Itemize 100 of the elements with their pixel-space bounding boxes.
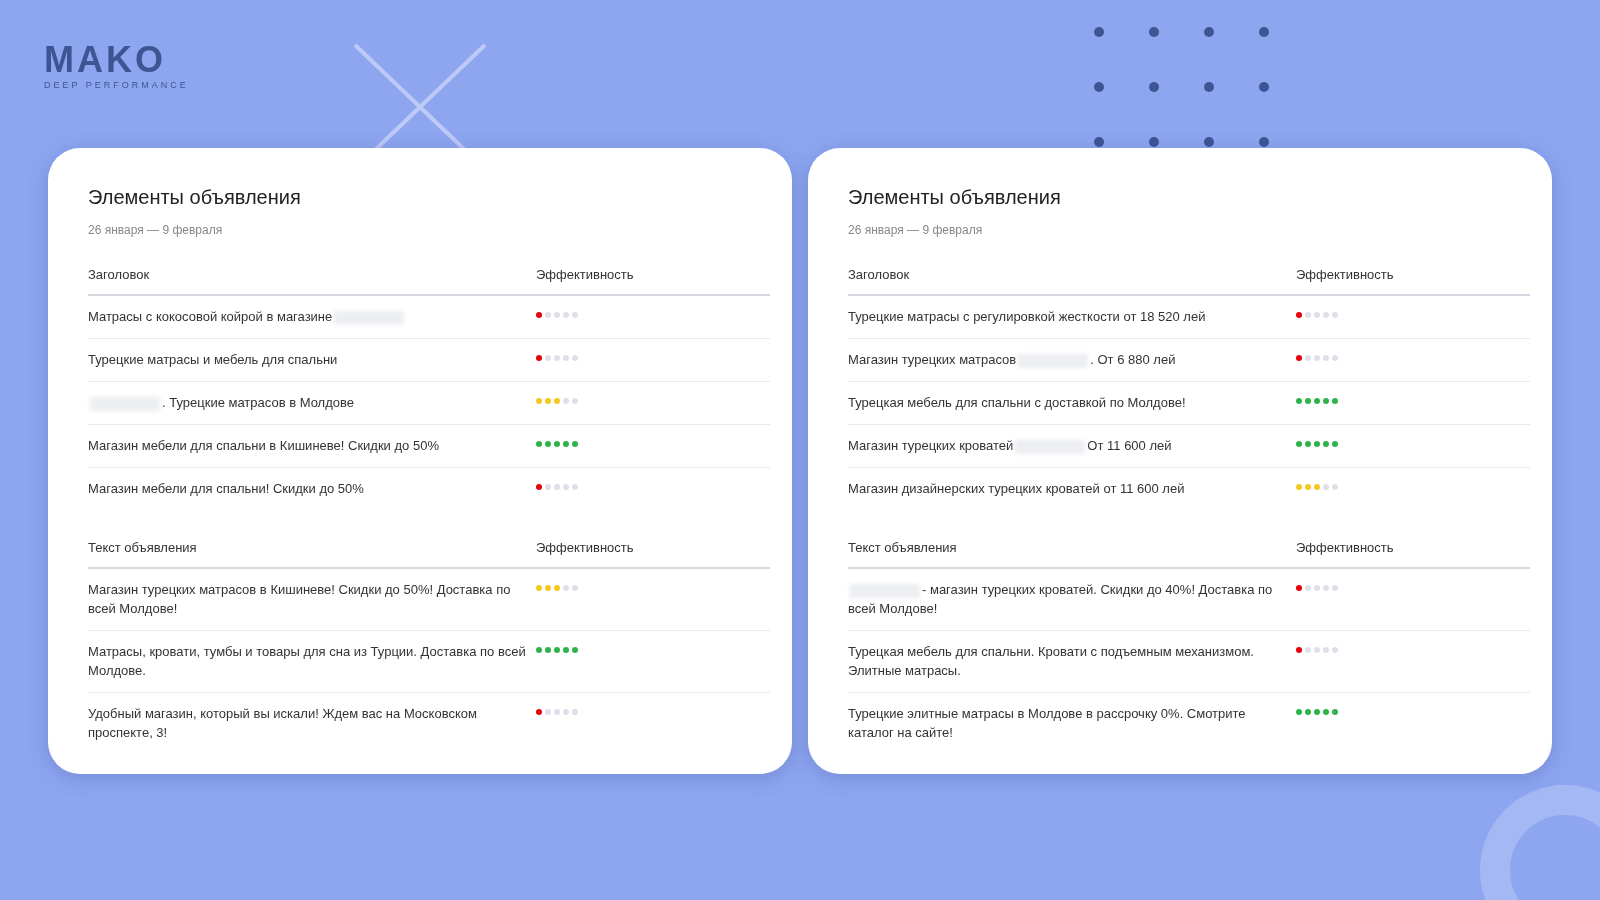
rating-dot <box>563 441 569 447</box>
column-header: Эффективность <box>1296 540 1395 555</box>
rating-dot <box>1314 355 1320 361</box>
rating-dot <box>1296 355 1302 361</box>
rating-dot <box>572 484 578 490</box>
rating-dot <box>1332 312 1338 318</box>
rating-dot <box>545 484 551 490</box>
rating-dot <box>1296 312 1302 318</box>
rating-dot <box>1296 398 1302 404</box>
rating-dot <box>1314 647 1320 653</box>
ad-text: Магазин турецких матрасов в Кишиневе! Скидки до 50%! Доставка по всей Молдове! <box>88 582 511 616</box>
rating-dot <box>554 647 560 653</box>
rating-dot <box>572 355 578 361</box>
column-header: Заголовок <box>88 267 151 282</box>
rating-dot <box>572 647 578 653</box>
rating-dot <box>545 709 551 715</box>
card-title: Элементы объявления <box>88 186 302 209</box>
rating-dot <box>545 585 551 591</box>
column-header: Эффективность <box>536 540 635 555</box>
ad-text: . Турецкие матрасов в Молдове <box>162 395 354 410</box>
rating-dot <box>1305 398 1311 404</box>
rating-dot <box>1332 441 1338 447</box>
rating-dot <box>572 585 578 591</box>
rating-dot <box>1305 441 1311 447</box>
rating-dot <box>554 398 560 404</box>
rating-dot <box>1332 709 1338 715</box>
rating-dot <box>536 585 542 591</box>
date-range: 26 января — 9 февраля <box>88 223 224 237</box>
rating-dot <box>545 398 551 404</box>
rating-dot <box>536 484 542 490</box>
column-header: Текст объявления <box>88 540 198 555</box>
rating-dot <box>572 312 578 318</box>
rating-dot <box>1323 312 1329 318</box>
rating-dot <box>1332 484 1338 490</box>
rating-dot <box>1296 484 1302 490</box>
ad-text: Турецкие элитные матрасы в Молдове в рассрочку 0%. Смотрите каталог на сайте! <box>848 706 1246 740</box>
rating-dot <box>1323 355 1329 361</box>
rating-dot <box>1323 585 1329 591</box>
rating-dot <box>1323 484 1329 490</box>
rating-dot <box>563 709 569 715</box>
ad-text: . От 6 880 лей <box>1090 352 1176 367</box>
logo-tagline: DEEP PERFORMANCE <box>44 80 189 90</box>
rating-dot <box>554 484 560 490</box>
rating-dot <box>1314 441 1320 447</box>
rating-dot <box>545 312 551 318</box>
ad-text: Матрасы с кокосовой койрой в магазине <box>88 309 333 324</box>
rating-dot <box>536 355 542 361</box>
rating-dot <box>563 398 569 404</box>
rating-dot <box>1305 484 1311 490</box>
date-range: 26 января — 9 февраля <box>848 223 984 237</box>
rating-dot <box>536 441 542 447</box>
rating-dot <box>554 312 560 318</box>
column-header: Заголовок <box>848 267 911 282</box>
rating-dot <box>1314 709 1320 715</box>
rating-dot <box>563 647 569 653</box>
rating-dot <box>1314 484 1320 490</box>
rating-dot <box>1305 312 1311 318</box>
rating-dot <box>572 398 578 404</box>
ad-text: Магазин дизайнерских турецких кроватей от 11 600 лей <box>848 481 1185 496</box>
rating-dot <box>545 441 551 447</box>
ad-text: Турецкая мебель для спальни. Кровати с подъемным механизмом. Элитные матрасы. <box>848 644 1254 678</box>
rating-dot <box>1314 585 1320 591</box>
rating-dot <box>563 585 569 591</box>
rating-dot <box>572 441 578 447</box>
rating-dot <box>545 647 551 653</box>
column-header: Эффективность <box>1296 267 1395 282</box>
rating-dot <box>554 585 560 591</box>
rating-dot <box>1296 441 1302 447</box>
rating-dot <box>572 709 578 715</box>
rating-dot <box>554 355 560 361</box>
rating-dot <box>1296 585 1302 591</box>
rating-dot <box>536 647 542 653</box>
rating-dot <box>545 355 551 361</box>
rating-dot <box>536 709 542 715</box>
rating-dot <box>1305 585 1311 591</box>
ad-text: Турецкая мебель для спальни с доставкой по Молдове! <box>848 395 1186 410</box>
logo-wordmark: MAKO <box>44 42 167 78</box>
rating-dot <box>1323 709 1329 715</box>
rating-dot <box>1305 709 1311 715</box>
rating-dot <box>1296 647 1302 653</box>
rating-dot <box>1332 398 1338 404</box>
card-title: Элементы объявления <box>848 186 1062 209</box>
column-header: Эффективность <box>536 267 635 282</box>
rating-dot <box>1314 398 1320 404</box>
ad-text: Матрасы, кровати, тумбы и товары для сна из Турции. Доставка по всей Молдове. <box>88 644 526 678</box>
ad-text: От 11 600 лей <box>1087 438 1172 453</box>
column-header: Текст объявления <box>848 540 958 555</box>
rating-dot <box>1305 355 1311 361</box>
ad-text: - магазин турецких кроватей. Скидки до 40%! Доставка по <box>922 582 1273 597</box>
ad-text: всей Молдове! <box>848 600 938 618</box>
rating-dot <box>1332 647 1338 653</box>
rating-dot <box>563 484 569 490</box>
ad-text: Турецкие матрасы с регулировкой жесткости от 18 520 лей <box>848 309 1206 324</box>
rating-dot <box>1323 398 1329 404</box>
ad-text: Магазин турецких матрасов <box>848 352 1017 367</box>
rating-dot <box>563 355 569 361</box>
rating-dot <box>1323 647 1329 653</box>
rating-dot <box>1332 585 1338 591</box>
rating-dot <box>1305 647 1311 653</box>
ad-text: Магазин мебели для спальни! Скидки до 50% <box>88 481 364 496</box>
